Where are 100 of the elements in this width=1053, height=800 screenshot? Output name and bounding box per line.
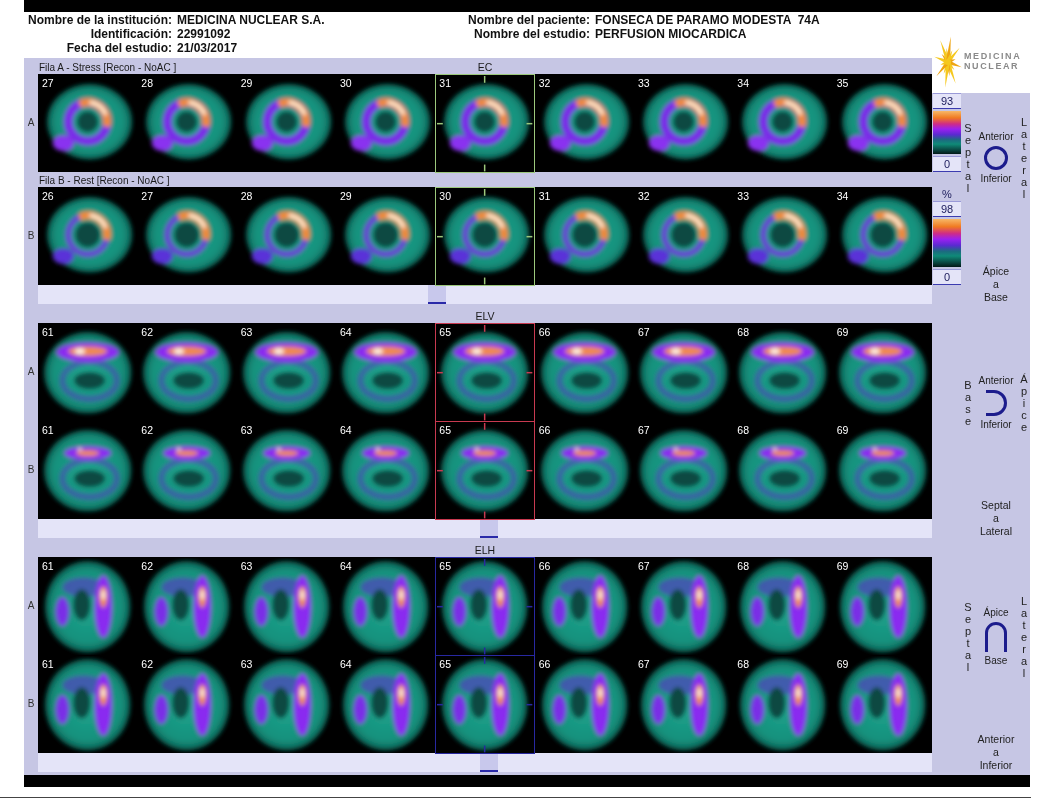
frame-number: 31 — [439, 77, 451, 89]
scale-unit-label: % — [942, 187, 952, 201]
scrollbar-track[interactable] — [38, 519, 932, 538]
slice-direction-label: Ápice a Base — [982, 265, 1010, 304]
row-label: A — [27, 117, 35, 129]
frame-number: 65 — [439, 326, 451, 338]
field-label: Nombre del paciente: — [467, 13, 590, 27]
frame-number: 63 — [240, 326, 253, 338]
frame-number: 61 — [42, 326, 54, 338]
orientation-label: Ápice — [983, 607, 1009, 619]
scrollbar-thumb[interactable] — [427, 285, 446, 304]
frame-number: 62 — [141, 424, 153, 436]
color-scale-bar — [933, 111, 961, 154]
frame-number: 29 — [340, 190, 352, 202]
orientation-label: Anterior — [978, 375, 1014, 387]
frame-number: 27 — [141, 190, 153, 202]
frame-number: 64 — [340, 326, 352, 338]
frame-number: 69 — [836, 560, 849, 572]
field-label: Nombre de la institución: — [28, 13, 172, 27]
row-label: B — [27, 230, 35, 242]
frame-number: 32 — [538, 77, 551, 89]
frame-number: 34 — [737, 77, 749, 89]
frame-number: 62 — [141, 326, 153, 338]
frame-number: 64 — [340, 424, 352, 436]
frame-number: 67 — [638, 658, 650, 670]
scrollbar-track[interactable] — [38, 753, 932, 772]
frame-number: 66 — [538, 658, 551, 670]
scale-max-value: 98 — [933, 201, 961, 217]
slice-direction-label: Anterior a Inferior — [977, 733, 1015, 772]
frame-number: 35 — [836, 77, 849, 89]
scrollbar-track[interactable] — [38, 285, 932, 304]
row-label: B — [27, 464, 35, 476]
orientation-label: Inferior — [980, 173, 1012, 185]
logo-text: MEDICINA NUCLEAR — [964, 50, 1021, 71]
frame-number: 66 — [538, 424, 551, 436]
row-label: B — [27, 698, 35, 710]
frame-number: 32 — [638, 190, 650, 202]
frame-number: 30 — [439, 190, 451, 202]
frame-number: 33 — [638, 77, 650, 89]
frame-number: 65 — [439, 560, 451, 572]
orientation-label: Septal — [964, 600, 972, 674]
field-label: Identificación: — [90, 27, 172, 41]
frame-number: 68 — [737, 658, 749, 670]
sideways-u-icon — [985, 390, 1007, 416]
frame-number: 28 — [141, 77, 153, 89]
frame-number: 61 — [42, 424, 54, 436]
row-caption: Fila A - Stress [Recon - NoAC ] — [39, 61, 177, 74]
view-title: ELV — [475, 310, 495, 323]
arch-icon — [985, 622, 1007, 652]
orientation-label: Ápice — [1020, 372, 1028, 434]
orientation-label: Inferior — [980, 419, 1012, 431]
field-value: PERFUSION MIOCARDICA — [595, 27, 747, 41]
frame-number: 26 — [42, 190, 54, 202]
frame-number: 65 — [439, 658, 451, 670]
frame-number: 61 — [42, 658, 54, 670]
frame-number: 67 — [638, 326, 650, 338]
frame-number: 29 — [240, 77, 253, 89]
circle-icon — [984, 146, 1008, 170]
frame-number: 61 — [42, 560, 54, 572]
row-label: A — [27, 600, 35, 612]
frame-number: 68 — [737, 424, 749, 436]
frame-number: 27 — [42, 77, 54, 89]
slice-direction-label: Septal a Lateral — [979, 499, 1013, 538]
frame-number: 68 — [737, 326, 749, 338]
field-value: 21/03/2017 — [177, 41, 238, 55]
frame-number: 69 — [836, 424, 849, 436]
row-label: A — [27, 366, 35, 378]
frame-number: 63 — [240, 560, 253, 572]
row-caption: Fila B - Rest [Recon - NoAC ] — [39, 174, 170, 187]
orientation-label: Lateral — [1020, 594, 1028, 680]
frame-number: 64 — [340, 658, 352, 670]
frame-number: 68 — [737, 560, 749, 572]
orientation-label: Lateral — [1020, 115, 1028, 201]
frame-number: 63 — [240, 424, 253, 436]
color-scale-bar — [933, 219, 961, 267]
frame-number: 62 — [141, 560, 153, 572]
frame-number: 69 — [836, 326, 849, 338]
view-title: ELH — [474, 544, 496, 557]
scale-min-value: 0 — [933, 269, 961, 285]
frame-number: 30 — [340, 77, 352, 89]
view-title: EC — [477, 61, 493, 74]
frame-number: 64 — [340, 560, 352, 572]
frame-number: 33 — [737, 190, 749, 202]
frame-number: 67 — [638, 424, 650, 436]
orientation-label: Base — [984, 655, 1008, 667]
frame-number: 62 — [141, 658, 153, 670]
frame-number: 31 — [538, 190, 551, 202]
frame-number: 65 — [439, 424, 451, 436]
frame-number: 66 — [538, 326, 551, 338]
field-label: Fecha del estudio: — [66, 41, 172, 55]
orientation-label: Anterior — [978, 131, 1014, 143]
orientation-label: Septal — [964, 121, 972, 195]
scale-min-value: 0 — [933, 156, 961, 172]
frame-number: 69 — [836, 658, 849, 670]
frame-number: 34 — [836, 190, 849, 202]
frame-number: 66 — [538, 560, 551, 572]
frame-number: 67 — [638, 560, 650, 572]
field-value: MEDICINA NUCLEAR S.A. — [177, 13, 325, 27]
frame-number: 28 — [240, 190, 253, 202]
frame-number: 63 — [240, 658, 253, 670]
